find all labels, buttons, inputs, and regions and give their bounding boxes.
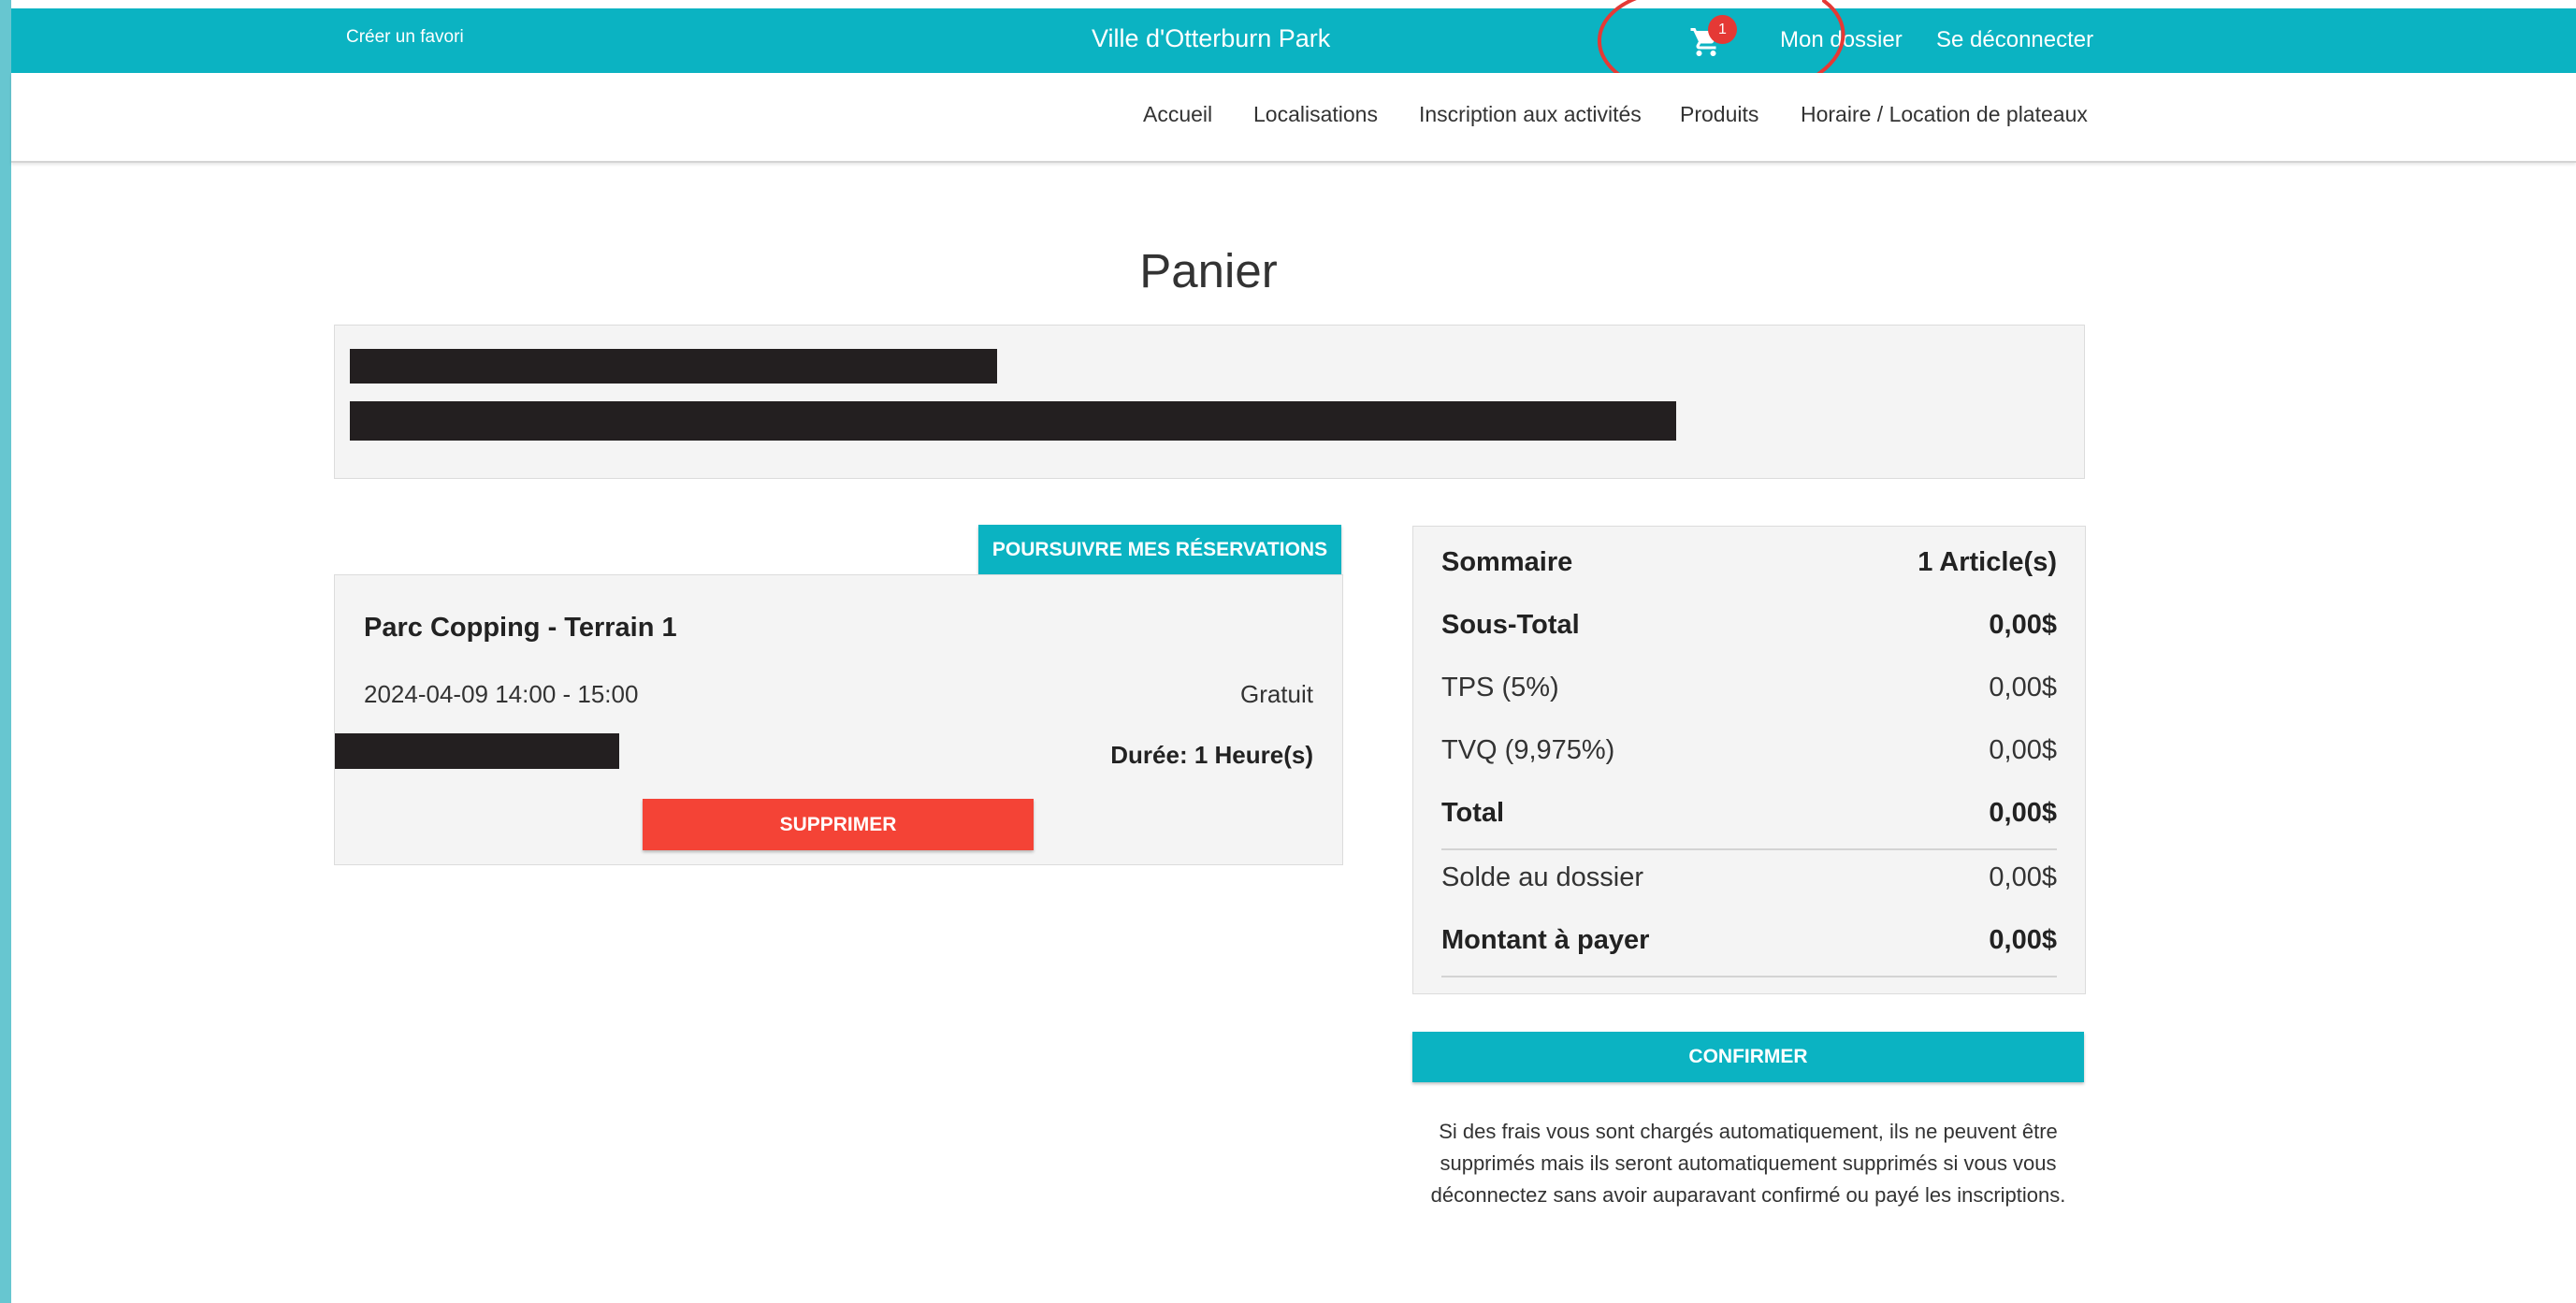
tvq-label: TVQ (9,975%) xyxy=(1441,735,1615,765)
nav-item-localisations[interactable]: Localisations xyxy=(1253,102,1378,127)
item-datetime: 2024-04-09 14:00 - 15:00 xyxy=(364,680,639,708)
my-account-link[interactable]: Mon dossier xyxy=(1780,27,1903,53)
summary-divider xyxy=(1441,976,2057,977)
cart-count-badge: 1 xyxy=(1708,15,1737,44)
cart-item: Parc Copping - Terrain 1 2024-04-09 14:0… xyxy=(334,574,1343,865)
balance-value: 0,00$ xyxy=(1989,862,2057,892)
redacted-text xyxy=(335,733,619,769)
continue-reservations-button[interactable]: POURSUIVRE MES RÉSERVATIONS xyxy=(978,525,1341,575)
tps-label: TPS (5%) xyxy=(1441,673,1559,702)
tvq-value: 0,00$ xyxy=(1989,735,2057,765)
confirm-button[interactable]: CONFIRMER xyxy=(1412,1032,2084,1082)
amount-due-value: 0,00$ xyxy=(1989,925,2057,955)
redacted-text xyxy=(350,349,997,384)
main-navigation: Accueil Localisations Inscription aux ac… xyxy=(11,73,2576,163)
summary-title: Sommaire xyxy=(1441,547,1573,577)
page-title: Panier xyxy=(1139,244,1278,297)
item-duration: Durée: 1 Heure(s) xyxy=(1110,741,1313,769)
create-favorite-link[interactable]: Créer un favori xyxy=(346,27,464,48)
nav-item-produits[interactable]: Produits xyxy=(1680,102,1758,127)
nav-item-horaire[interactable]: Horaire / Location de plateaux xyxy=(1801,102,2088,127)
nav-item-inscription[interactable]: Inscription aux activités xyxy=(1419,102,1642,127)
disclaimer-text: Si des frais vous sont chargés automatiq… xyxy=(1430,1120,2066,1207)
left-edge-strip xyxy=(0,0,11,1303)
summary-divider xyxy=(1441,848,2057,850)
notice-box xyxy=(334,325,2085,479)
balance-label: Solde au dossier xyxy=(1441,862,1644,892)
subtotal-value: 0,00$ xyxy=(1989,610,2057,640)
logout-link[interactable]: Se déconnecter xyxy=(1936,27,2093,53)
top-edge-line xyxy=(11,0,2576,8)
amount-due-label: Montant à payer xyxy=(1441,925,1650,955)
delete-button[interactable]: SUPPRIMER xyxy=(643,799,1034,850)
total-value: 0,00$ xyxy=(1989,798,2057,828)
nav-item-accueil[interactable]: Accueil xyxy=(1143,102,1212,127)
item-price: Gratuit xyxy=(1239,680,1313,708)
site-title[interactable]: Ville d'Otterburn Park xyxy=(1092,24,1330,53)
redacted-text xyxy=(350,401,1676,441)
tps-value: 0,00$ xyxy=(1989,673,2057,702)
summary-count: 1 Article(s) xyxy=(1918,547,2057,577)
subtotal-label: Sous-Total xyxy=(1441,610,1580,640)
total-label: Total xyxy=(1441,798,1505,828)
top-bar: Créer un favori Ville d'Otterburn Park 1… xyxy=(11,0,2576,101)
order-summary: Sommaire 1 Article(s) Sous-Total 0,00$ T… xyxy=(1412,526,2086,994)
item-name: Parc Copping - Terrain 1 xyxy=(364,613,677,643)
